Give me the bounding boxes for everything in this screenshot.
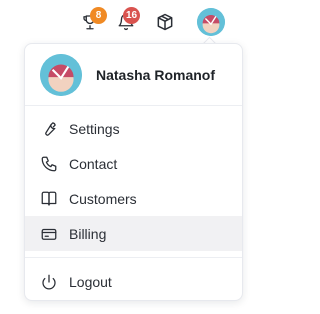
menu-item-label: Settings (69, 120, 120, 137)
credit-card-icon (39, 224, 59, 244)
menu-item-label: Customers (69, 190, 137, 207)
menu-item-contact[interactable]: Contact (25, 146, 242, 181)
menu-item-settings[interactable]: Settings (25, 111, 242, 146)
trophy-badge: 8 (90, 7, 107, 24)
logout-label: Logout (69, 273, 112, 290)
wrench-icon (39, 119, 59, 139)
page: 8 16 Natasha Romanof Settings Contact Cu… (0, 0, 249, 314)
book-icon (39, 189, 59, 209)
menu-divider (25, 257, 242, 258)
menu-item-billing[interactable]: Billing (25, 216, 242, 251)
power-icon (39, 272, 59, 292)
notifications-button[interactable]: 16 (112, 7, 141, 36)
phone-icon (39, 154, 59, 174)
user-dropdown: Natasha Romanof Settings Contact Custome… (24, 43, 243, 301)
profile-avatar (40, 53, 82, 96)
profile-header: Natasha Romanof (25, 44, 242, 106)
avatar (197, 8, 225, 36)
bell-badge: 16 (123, 7, 141, 24)
apps-button[interactable] (151, 8, 179, 36)
menu-item-customers[interactable]: Customers (25, 181, 242, 216)
menu-item-label: Billing (69, 225, 107, 242)
profile-name: Natasha Romanof (96, 66, 216, 83)
user-menu-button[interactable] (196, 7, 226, 37)
menu-list: Settings Contact Customers Billing Logou… (25, 106, 242, 299)
box-icon (155, 12, 175, 32)
menu-item-label: Contact (69, 155, 118, 172)
menu-item-logout[interactable]: Logout (25, 264, 242, 299)
trophy-button[interactable]: 8 (76, 7, 107, 36)
